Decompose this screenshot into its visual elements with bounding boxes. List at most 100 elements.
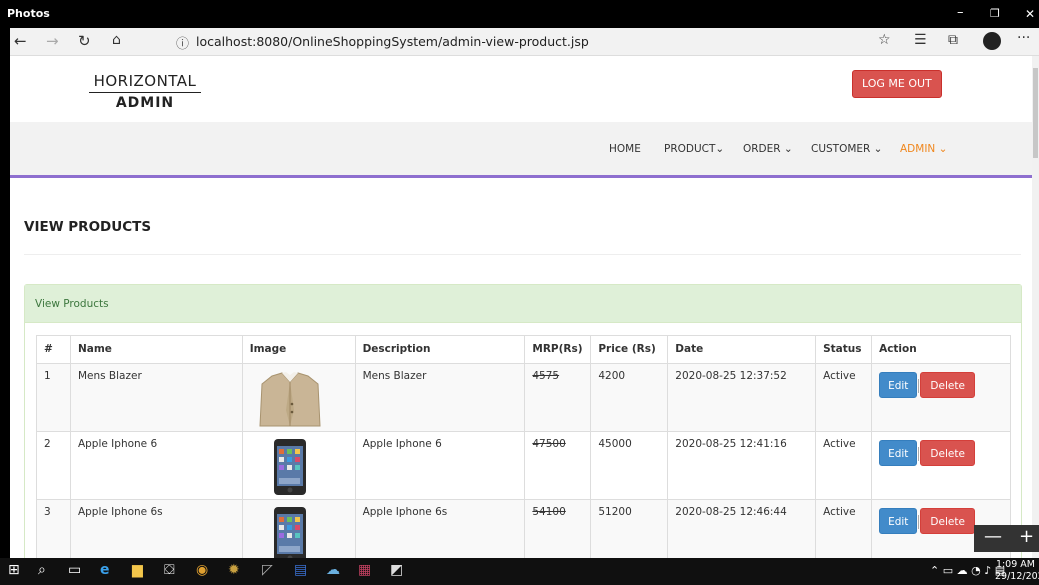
- cell-num: 3: [36, 499, 71, 558]
- favorites-list-icon[interactable]: ☰: [914, 32, 927, 48]
- nav-admin[interactable]: ADMIN ⌄: [900, 143, 947, 155]
- delete-button[interactable]: Delete: [920, 440, 975, 466]
- zoom-in-button[interactable]: +: [1019, 526, 1034, 547]
- cell-date: 2020-08-25 12:37:52: [667, 363, 817, 432]
- action-separator: [918, 515, 920, 529]
- nav-order[interactable]: ORDER ⌄: [743, 143, 793, 155]
- nav-customer[interactable]: CUSTOMER ⌄: [811, 143, 883, 155]
- web-page: HORIZONTAL ADMIN LOG ME OUT HOME PRODUCT…: [10, 56, 1032, 558]
- col-header-description: Description: [354, 335, 526, 364]
- edit-button[interactable]: Edit: [879, 372, 918, 398]
- col-header-mrp: MRP(Rs): [524, 335, 592, 364]
- cell-description: Mens Blazer: [354, 363, 526, 432]
- col-header-image: Image: [241, 335, 356, 364]
- task-view-icon[interactable]: ▭: [68, 562, 81, 578]
- photos-icon[interactable]: ◩: [390, 562, 403, 578]
- more-icon[interactable]: ···: [1017, 30, 1030, 46]
- favorite-star-icon[interactable]: ☆: [878, 32, 891, 48]
- iphone-image: [273, 507, 306, 558]
- cell-action: Edit Delete: [871, 363, 1011, 432]
- clock-date: 29/12/2020: [995, 571, 1039, 582]
- panel-title: View Products: [25, 285, 1021, 323]
- cell-name: Apple Iphone 6: [69, 431, 243, 500]
- products-panel: View Products # Name Image Description M…: [24, 284, 1022, 558]
- browser-toolbar: ← → ↻ ⌂ ⓘ localhost:8080/OnlineShoppingS…: [10, 28, 1039, 56]
- refresh-icon[interactable]: ↻: [78, 32, 91, 50]
- col-header-name: Name: [69, 335, 243, 364]
- main-navbar: HOME PRODUCT⌄ ORDER ⌄ CUSTOMER ⌄ ADMIN ⌄: [10, 122, 1032, 178]
- cell-price: 51200: [590, 499, 669, 558]
- cell-num: 1: [36, 363, 71, 432]
- close-icon[interactable]: ✕: [1025, 7, 1035, 21]
- app-icon[interactable]: ▦: [358, 562, 371, 578]
- table-row: 3 Apple Iphone 6s Apple Iphone 6s 54100 …: [36, 499, 1011, 558]
- app-title: Photos: [7, 7, 50, 20]
- action-separator: [918, 379, 920, 393]
- cell-status: Active: [815, 363, 873, 432]
- nav-home[interactable]: HOME: [609, 143, 641, 155]
- cell-image: [241, 499, 356, 558]
- cell-description: Apple Iphone 6s: [354, 499, 526, 558]
- cell-price: 4200: [590, 363, 669, 432]
- word-icon[interactable]: ▤: [294, 562, 307, 578]
- nav-product[interactable]: PRODUCT⌄: [664, 143, 724, 155]
- edit-button[interactable]: Edit: [879, 508, 918, 534]
- cell-name: Mens Blazer: [69, 363, 243, 432]
- minimize-icon[interactable]: –: [957, 5, 964, 20]
- back-icon[interactable]: ←: [14, 32, 27, 50]
- share-icon[interactable]: ⧉: [948, 32, 958, 48]
- iphone-image: [273, 439, 306, 495]
- edge-icon[interactable]: e: [100, 562, 110, 578]
- cell-mrp: 4575: [524, 363, 592, 432]
- clock-time: 1:09 AM: [995, 559, 1035, 570]
- logo-line1: HORIZONTAL: [89, 72, 201, 93]
- profile-icon[interactable]: [983, 32, 1001, 50]
- cell-action: Edit Delete: [871, 431, 1011, 500]
- zoom-out-button[interactable]: —: [984, 526, 1002, 547]
- table-row: 1 Mens Blazer Mens Blazer 4575 4200 2020…: [36, 363, 1011, 432]
- restore-icon[interactable]: ❐: [990, 7, 1000, 20]
- windows-start-icon[interactable]: ⊞: [8, 562, 20, 578]
- store-icon[interactable]: ⛋: [164, 562, 175, 578]
- home-icon[interactable]: ⌂: [112, 32, 121, 48]
- info-icon[interactable]: ⓘ: [176, 33, 189, 52]
- cell-status: Active: [815, 431, 873, 500]
- table-row: 2 Apple Iphone 6 Apple Iphone 6 47500 45…: [36, 431, 1011, 500]
- forward-icon[interactable]: →: [46, 32, 59, 50]
- cell-price: 45000: [590, 431, 669, 500]
- cell-image: [241, 363, 356, 432]
- cell-date: 2020-08-25 12:41:16: [667, 431, 817, 500]
- system-tray[interactable]: ⌃ ▭ ☁ ◔ ♪ ▤: [930, 564, 1005, 577]
- app-icon[interactable]: ◸: [262, 562, 273, 578]
- cell-description: Apple Iphone 6: [354, 431, 526, 500]
- col-header-status: Status: [815, 335, 873, 364]
- page-scrollbar[interactable]: [1032, 56, 1039, 558]
- cloud-app-icon[interactable]: ☁: [326, 562, 340, 578]
- search-icon[interactable]: ⌕: [38, 562, 46, 578]
- site-logo[interactable]: HORIZONTAL ADMIN: [89, 72, 201, 111]
- cell-num: 2: [36, 431, 71, 500]
- zoom-controls: — +: [974, 525, 1039, 552]
- blazer-image: [251, 370, 328, 428]
- delete-button[interactable]: Delete: [920, 508, 975, 534]
- app-icon[interactable]: ✹: [228, 562, 240, 578]
- table-header-row: # Name Image Description MRP(Rs) Price (…: [36, 335, 1011, 364]
- file-explorer-icon[interactable]: ▆: [132, 562, 143, 578]
- address-bar[interactable]: localhost:8080/OnlineShoppingSystem/admi…: [196, 34, 589, 49]
- col-header-price: Price (Rs): [590, 335, 669, 364]
- cell-mrp: 54100: [524, 499, 592, 558]
- chrome-icon[interactable]: ◉: [196, 562, 208, 578]
- cell-name: Apple Iphone 6s: [69, 499, 243, 558]
- delete-button[interactable]: Delete: [920, 372, 975, 398]
- scrollbar-thumb[interactable]: [1033, 68, 1038, 158]
- cell-date: 2020-08-25 12:46:44: [667, 499, 817, 558]
- logout-button[interactable]: LOG ME OUT: [852, 70, 942, 98]
- divider: [24, 254, 1021, 255]
- windows-taskbar: ⊞ ⌕ ▭ e ▆ ⛋ ◉ ✹ ◸ ▤ ☁ ▦ ◩ ⌃ ▭ ☁ ◔ ♪ ▤ 1:…: [0, 558, 1039, 585]
- edit-button[interactable]: Edit: [879, 440, 918, 466]
- taskbar-clock[interactable]: 1:09 AM 29/12/2020: [995, 559, 1039, 583]
- col-header-action: Action: [871, 335, 1011, 364]
- logo-line2: ADMIN: [115, 95, 175, 111]
- page-title: VIEW PRODUCTS: [24, 219, 152, 235]
- col-header-num: #: [36, 335, 71, 364]
